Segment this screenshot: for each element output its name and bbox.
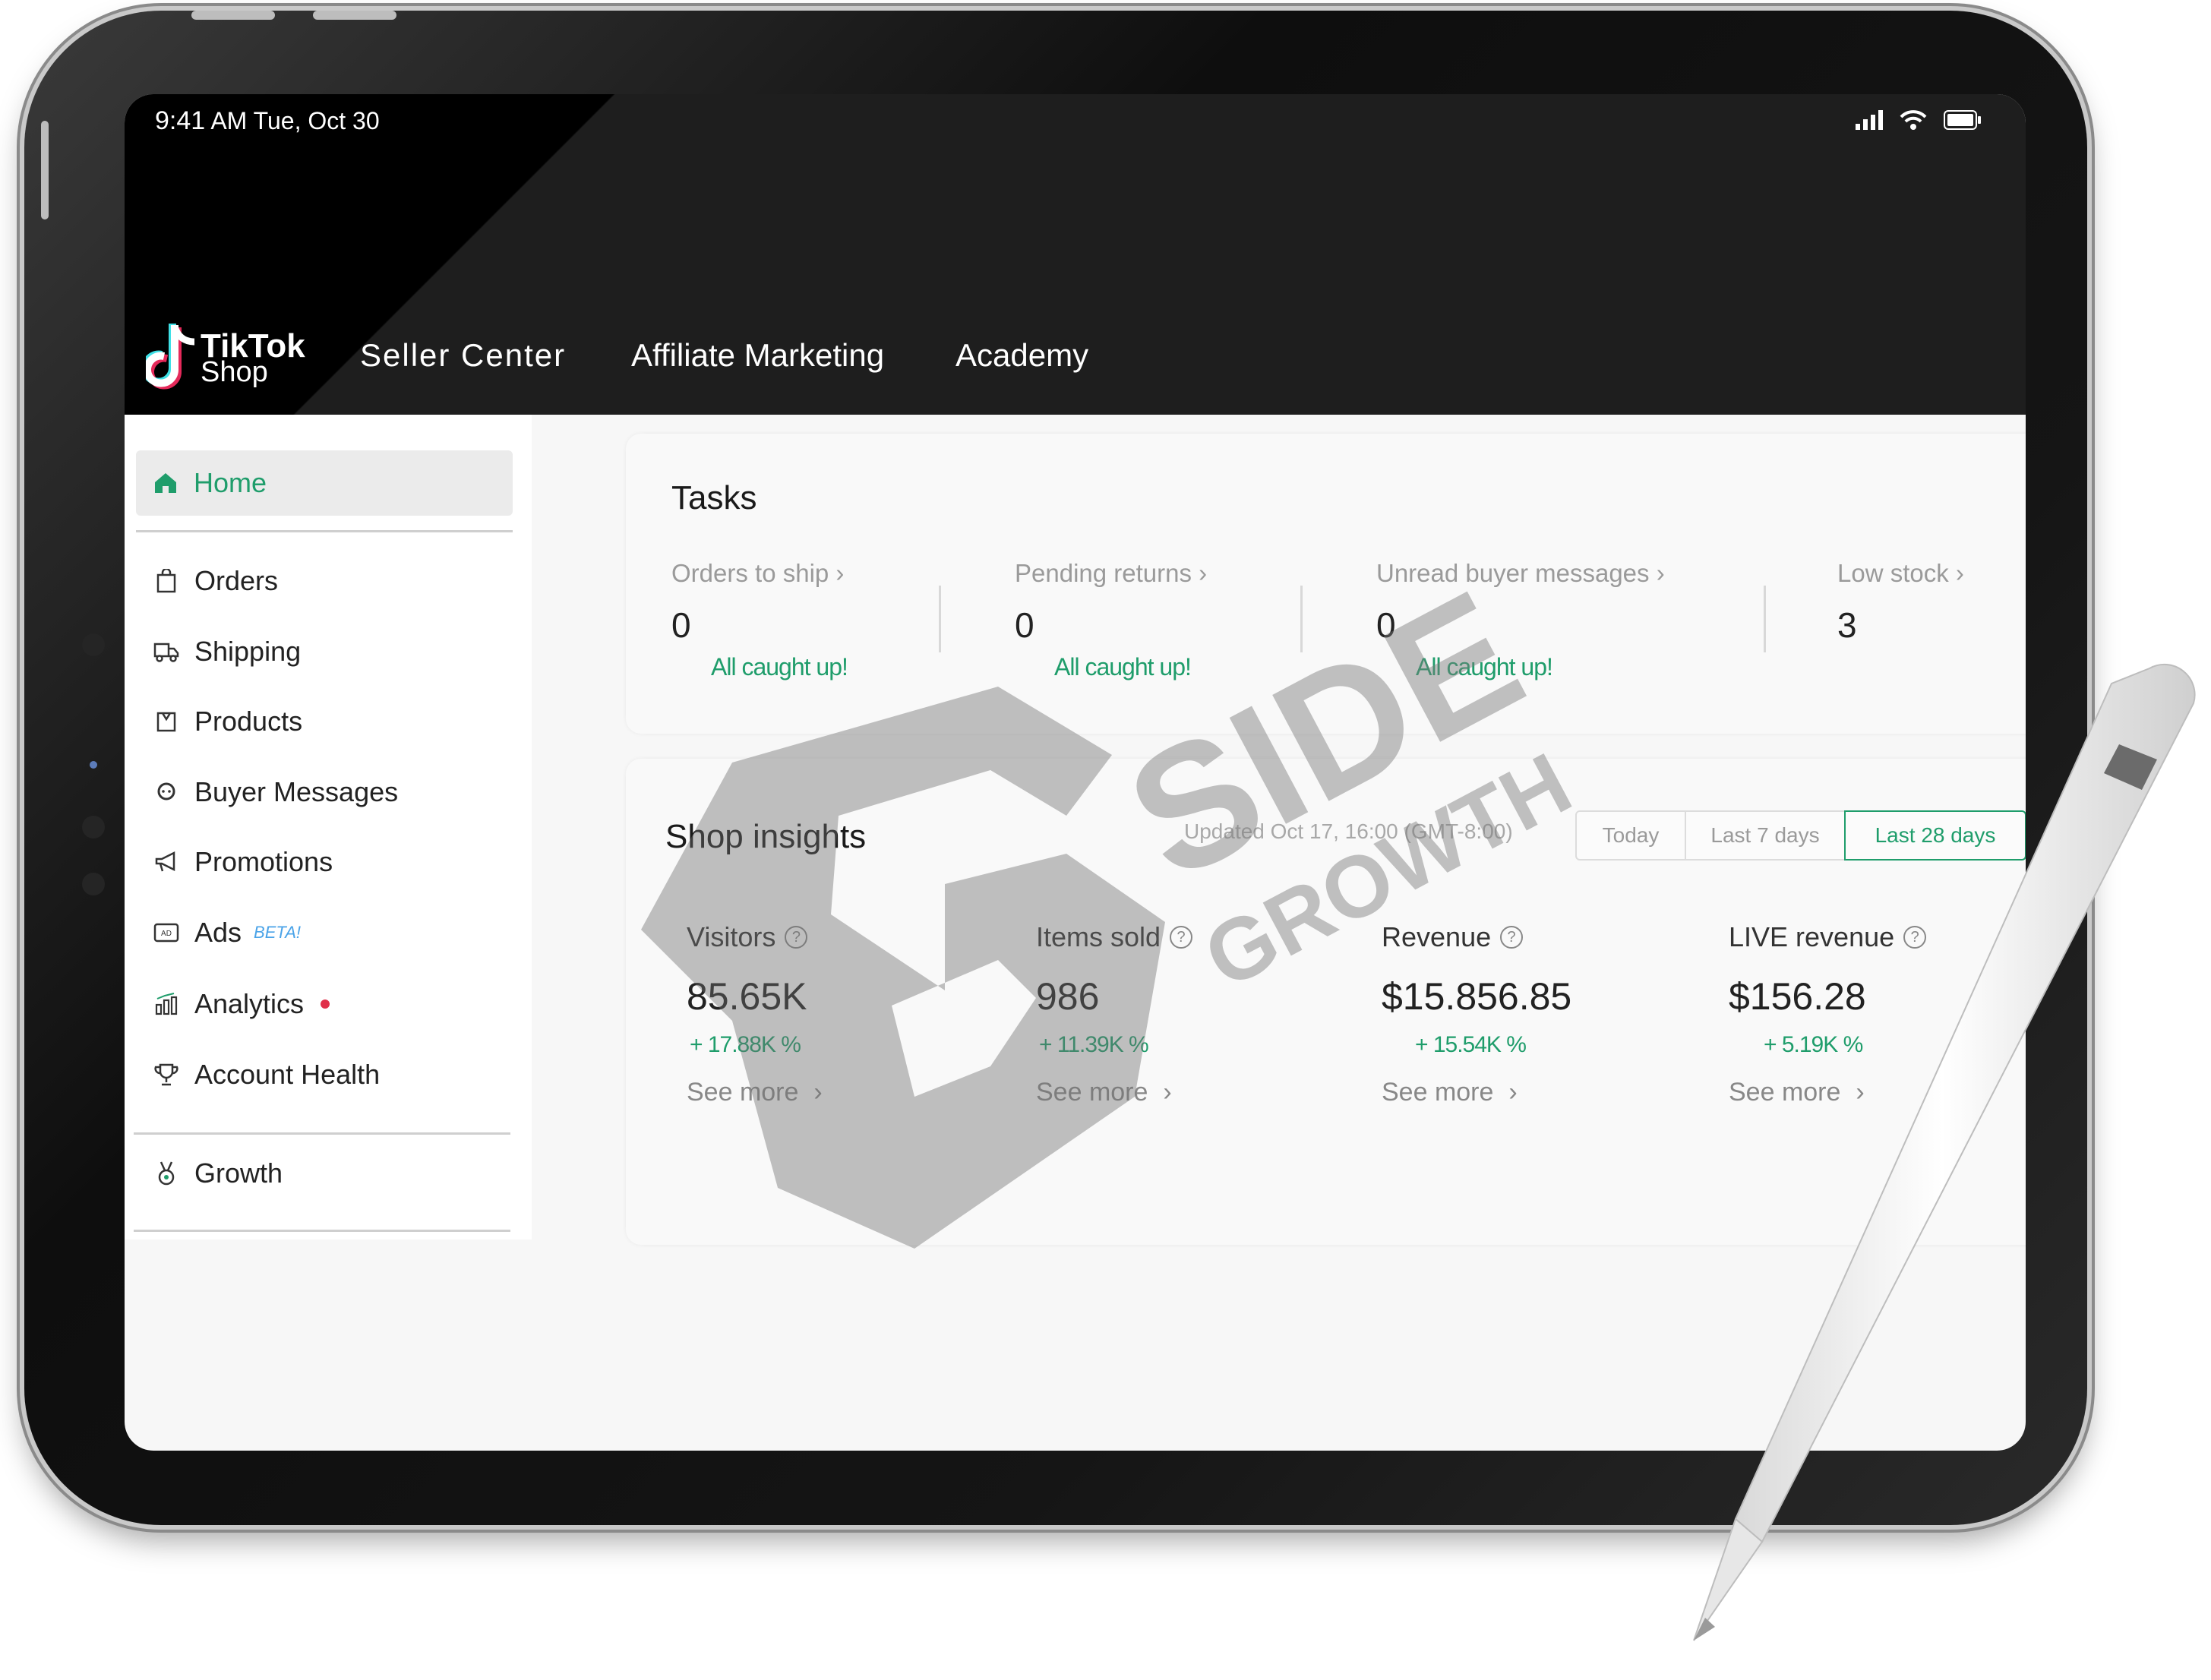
task-low-stock[interactable]: Low stock › 3 (1837, 559, 1964, 646)
hardware-button (191, 11, 275, 20)
hardware-button (313, 11, 396, 20)
sidebar-item-label: Buyer Messages (194, 776, 399, 807)
status-date: AM Tue, Oct 30 (210, 107, 380, 134)
signal-icon (1856, 110, 1883, 134)
sidebar-item-label: Shipping (194, 636, 302, 667)
wifi-icon (1900, 109, 1927, 134)
brand-line1: TikTok (201, 327, 305, 365)
sensor-dot (82, 873, 105, 895)
nav-academy[interactable]: Academy (955, 337, 1088, 374)
notification-dot (321, 999, 330, 1009)
sidebar-item-products[interactable]: Products (153, 706, 302, 737)
sidebar-divider (136, 530, 513, 532)
sidebar-item-shipping[interactable]: Shipping (153, 636, 301, 668)
nav-affiliate-marketing[interactable]: Affiliate Marketing (631, 337, 884, 374)
task-label: Low stock › (1837, 559, 1964, 587)
megaphone-icon (153, 849, 179, 875)
sidebar-item-promotions[interactable]: Promotions (153, 846, 333, 878)
sidebar-item-label: Ads (194, 917, 242, 948)
sidebar-item-label: Account Health (194, 1059, 381, 1090)
bag-icon (153, 568, 179, 594)
sidebar-home-label: Home (194, 467, 267, 498)
chat-icon (153, 779, 179, 805)
sidebar-divider (134, 1230, 510, 1232)
beta-badge: BETA! (254, 923, 301, 942)
svg-text:AD: AD (161, 930, 172, 938)
side-growth-watermark: SIDE GROWTH (641, 553, 1644, 1298)
top-bar: 9:41 AM Tue, Oct 30 TikTok Shop Seller C… (125, 94, 2026, 415)
status-clock: 9:41 (155, 106, 206, 135)
sidebar-item-home[interactable]: Home (136, 450, 513, 516)
sidebar-item-label: Orders (194, 565, 279, 596)
home-icon (154, 472, 177, 494)
status-time: 9:41 AM Tue, Oct 30 (155, 106, 380, 136)
sidebar-item-label: Products (194, 706, 303, 737)
stylus-pencil (1663, 653, 2210, 1659)
sidebar-item-orders[interactable]: Orders (153, 565, 278, 597)
task-value: 3 (1837, 605, 1857, 645)
sensor-dot (82, 816, 105, 838)
sensor-dot (82, 633, 105, 656)
tiktok-shop-logo[interactable]: TikTok Shop (141, 322, 305, 396)
status-icons (1856, 109, 1982, 134)
brand-name: TikTok Shop (201, 327, 305, 387)
sidebar-item-label: Growth (194, 1157, 283, 1189)
sidebar-item-buyer-messages[interactable]: Buyer Messages (153, 776, 398, 808)
sidebar-item-growth[interactable]: Growth (153, 1157, 283, 1189)
sidebar-item-account-health[interactable]: Account Health (153, 1059, 380, 1091)
battery-icon (1944, 110, 1982, 134)
nav-seller-center[interactable]: Seller Center (360, 337, 566, 374)
tasks-title: Tasks (671, 479, 757, 516)
tiktok-note-icon (141, 322, 196, 396)
sidebar: Home Orders Shipping Products Buyer Mess… (125, 415, 532, 1239)
sidebar-divider (134, 1132, 510, 1135)
camera-lens (90, 761, 97, 769)
hardware-button (41, 121, 49, 219)
sidebar-item-label: Analytics (194, 988, 305, 1019)
ad-icon: AD (153, 920, 179, 946)
bar-chart-icon (153, 991, 179, 1017)
column-separator (1764, 586, 1766, 652)
truck-icon (153, 639, 179, 665)
medal-icon (153, 1161, 179, 1186)
sidebar-item-ads[interactable]: AD Ads BETA! (153, 917, 301, 949)
task-label-text: Low stock (1837, 559, 1949, 587)
sidebar-item-label: Promotions (194, 846, 333, 877)
sidebar-item-analytics[interactable]: Analytics (153, 988, 330, 1020)
box-icon (153, 709, 179, 734)
trophy-icon (153, 1062, 179, 1088)
